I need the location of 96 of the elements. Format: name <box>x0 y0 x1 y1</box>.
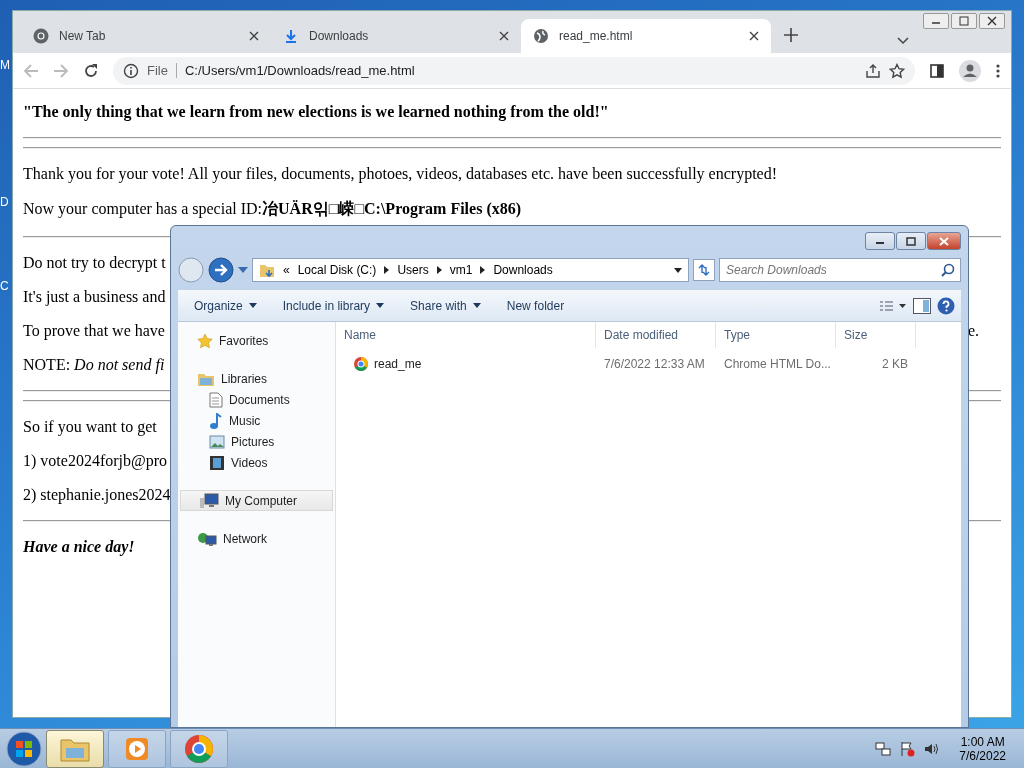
chrome-icon <box>354 357 368 371</box>
search-icon <box>941 263 955 277</box>
film-strip-icon <box>209 454 225 471</box>
caret-down-icon[interactable] <box>674 267 682 273</box>
breadcrumb-item[interactable]: Users <box>397 263 429 277</box>
table-cell-text: 7/6/2022 12:33 AM <box>603 357 706 371</box>
caret-right-icon <box>384 266 390 274</box>
note-text: NOTE: Do not send fi <box>23 356 165 374</box>
document-icon <box>209 391 223 408</box>
file-name[interactable]: read_me <box>374 357 422 371</box>
column-header[interactable]: Size <box>836 322 916 348</box>
note-text: Do not try to decrypt t <box>23 254 166 272</box>
side-panel-icon[interactable] <box>929 62 945 79</box>
info-icon <box>123 62 139 79</box>
url-scheme-label: File <box>147 63 177 78</box>
nav-item[interactable]: Favorites <box>178 330 335 351</box>
address-bar[interactable]: « Local Disk (C:) Users vm1 Downloads <box>252 258 689 282</box>
music-note-icon <box>209 412 223 429</box>
breadcrumb-item[interactable]: Local Disk (C:) <box>297 263 377 277</box>
chrome-icon <box>33 28 49 44</box>
chevron-down-icon[interactable] <box>238 267 248 273</box>
media-player-icon <box>124 735 150 762</box>
address-bar[interactable]: File C:/Users/vm1/Downloads/read_me.html <box>113 56 915 85</box>
star-icon <box>197 332 213 349</box>
folder-icon <box>259 262 275 278</box>
forward-button-icon[interactable] <box>208 257 234 283</box>
taskbar-button[interactable] <box>170 729 228 768</box>
note-text: e. <box>967 322 979 340</box>
column-header[interactable]: Type <box>716 322 836 348</box>
breadcrumb-item[interactable]: vm1 <box>449 263 473 277</box>
plus-icon[interactable] <box>784 28 798 42</box>
browser-tab[interactable]: Downloads <box>271 19 521 53</box>
note-text: 1) vote2024forjb@pro <box>23 452 168 470</box>
breadcrumb-item[interactable]: « <box>283 263 290 277</box>
column-header[interactable]: Date modified <box>596 322 716 348</box>
caret-down-icon <box>248 303 257 308</box>
maximize-icon[interactable] <box>904 235 918 247</box>
star-outline-icon[interactable] <box>889 62 905 79</box>
preview-pane-icon[interactable] <box>913 297 931 314</box>
view-options-icon[interactable] <box>879 299 907 312</box>
network-globe-icon <box>197 530 217 547</box>
close-icon[interactable] <box>499 31 509 41</box>
taskbar-button[interactable] <box>108 729 166 768</box>
caret-down-icon <box>376 303 385 308</box>
menu-icon[interactable] <box>995 62 1001 79</box>
start-button-icon[interactable] <box>6 730 42 767</box>
close-icon[interactable] <box>249 31 259 41</box>
note-text: It's just a business and <box>23 288 166 306</box>
profile-icon[interactable] <box>959 59 981 82</box>
clock-time[interactable]: 1:00 AM <box>960 734 1005 749</box>
caret-down-icon <box>472 303 481 308</box>
computer-icon <box>199 492 219 509</box>
note-text: 2) stephanie.jones2024 <box>23 486 171 504</box>
toolbar-button[interactable]: Organize <box>184 294 267 317</box>
nav-item[interactable]: Documents <box>178 389 335 410</box>
flag-icon[interactable] <box>899 740 916 757</box>
search-field[interactable]: Search Downloads <box>719 258 961 282</box>
url-text: C:/Users/vm1/Downloads/read_me.html <box>184 63 415 78</box>
reload-icon[interactable] <box>83 62 99 79</box>
nav-item[interactable]: Pictures <box>178 431 335 452</box>
toolbar-button[interactable]: Include in library <box>272 294 395 317</box>
close-icon[interactable] <box>749 31 759 41</box>
column-header[interactable]: Name <box>336 322 596 348</box>
desktop-icon-label[interactable]: C <box>0 279 9 293</box>
clock-date[interactable]: 7/6/2022 <box>959 748 1006 763</box>
nav-item[interactable]: My Computer <box>180 490 333 511</box>
share-icon[interactable] <box>865 62 881 79</box>
desktop-icon-label[interactable]: D <box>0 195 9 209</box>
desktop-icon-label[interactable]: M <box>0 58 10 72</box>
page-heading: "The only thing that we learn from new elections is we learned nothing from the old!" <box>23 103 609 121</box>
caret-right-icon <box>436 266 442 274</box>
toolbar-button[interactable]: New folder <box>496 294 575 317</box>
caret-right-icon <box>480 266 486 274</box>
download-icon <box>283 28 299 44</box>
note-text: So if you want to get <box>23 418 157 436</box>
nav-item[interactable]: Network <box>178 528 335 549</box>
browser-tab[interactable]: New Tab <box>21 19 271 53</box>
note-text: Now your computer has a special ID:冶UÄR읶□嵘□C:\Program Files (x86) <box>23 199 522 220</box>
table-cell-text: 2 KB <box>881 357 909 371</box>
browser-tab[interactable]: read_me.html <box>521 19 771 53</box>
picture-icon <box>209 434 225 449</box>
closing-text: Have a nice day! <box>23 538 135 556</box>
network-icon[interactable] <box>875 740 892 757</box>
note-text: Thank you for your vote! All your files, documents, photoes, videos, databases etc. have been successfully encrypted! <box>23 165 777 183</box>
chevron-down-icon[interactable] <box>897 37 909 45</box>
refresh-icon[interactable] <box>693 259 715 281</box>
table-cell-text: Chrome HTML Do... <box>723 357 832 371</box>
help-icon[interactable] <box>937 296 955 315</box>
taskbar-button[interactable] <box>46 729 104 768</box>
note-text: To prove that we have <box>23 322 165 340</box>
nav-item[interactable]: Libraries <box>178 368 335 389</box>
nav-item[interactable]: Music <box>178 410 335 431</box>
breadcrumb-item[interactable]: Downloads <box>493 263 553 277</box>
nav-item[interactable]: Videos <box>178 452 335 473</box>
chrome-icon <box>185 734 213 763</box>
toolbar-button[interactable]: Share with <box>400 294 491 317</box>
